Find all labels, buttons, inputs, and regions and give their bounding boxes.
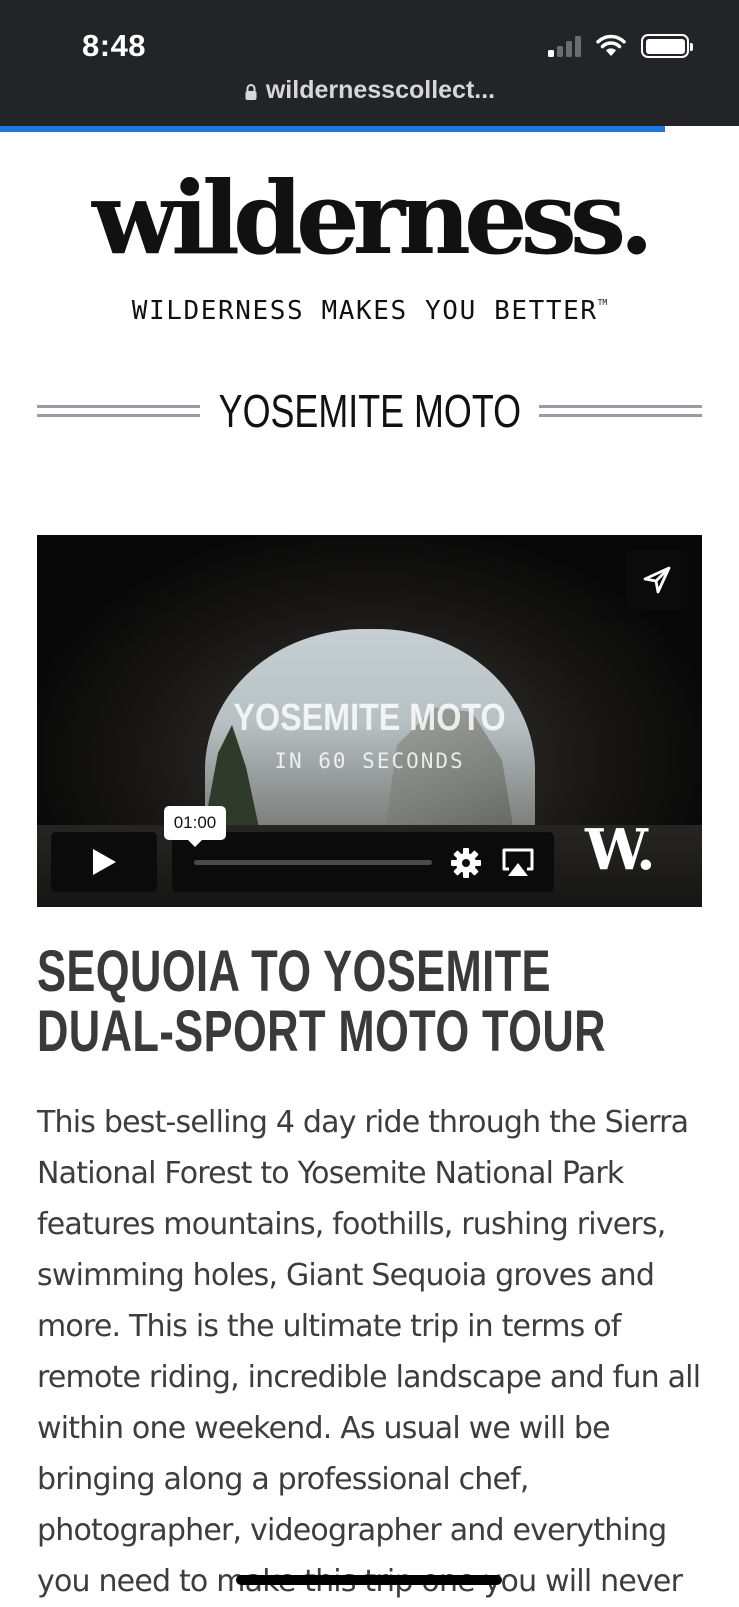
video-title: YOSEMITE MOTO: [233, 697, 506, 739]
home-indicator[interactable]: [236, 1575, 502, 1585]
status-time: 8:48: [82, 28, 147, 63]
cellular-signal-icon: [548, 35, 581, 57]
video-player[interactable]: YOSEMITE MOTO IN 60 SECONDS 01:00 W.: [37, 535, 702, 907]
site-logo[interactable]: wilderness.: [0, 168, 739, 268]
page-load-progress: [0, 126, 739, 132]
title-rule-right: [539, 405, 703, 417]
share-button[interactable]: [627, 550, 687, 610]
battery-icon: [641, 34, 693, 58]
title-rule-left: [37, 405, 200, 417]
play-button[interactable]: [51, 832, 157, 892]
video-controls-bar: [172, 832, 554, 892]
url-bar[interactable]: wildernesscollect...: [0, 76, 739, 105]
airplay-icon[interactable]: [500, 846, 536, 880]
video-subtitle: IN 60 SECONDS: [274, 749, 465, 773]
site-tagline: WILDERNESS MAKES YOU BETTERTM: [131, 296, 608, 326]
video-scrubber[interactable]: [194, 860, 432, 865]
page-title: YOSEMITE MOTO: [218, 385, 521, 437]
video-brand-logo: W.: [585, 817, 656, 883]
browser-chrome: 8:48 wildernesscollect...: [0, 0, 739, 126]
lock-icon: [245, 83, 257, 100]
play-icon: [93, 849, 116, 875]
share-icon: [643, 566, 671, 594]
video-duration-tooltip: 01:00: [164, 806, 226, 847]
settings-gear-icon[interactable]: [450, 847, 482, 879]
url-text[interactable]: wildernesscollect...: [266, 76, 495, 105]
page-load-progress-fill: [0, 126, 666, 132]
tour-description: This best-selling 4 day ride through the…: [37, 1105, 701, 1599]
wifi-icon: [596, 34, 626, 56]
status-icons: [548, 34, 693, 58]
trademark-mark: TM: [597, 298, 608, 307]
page-title-row: YOSEMITE MOTO: [37, 384, 703, 438]
tour-heading: SEQUOIA TO YOSEMITE DUAL-SPORT MOTO TOUR: [37, 939, 606, 1064]
